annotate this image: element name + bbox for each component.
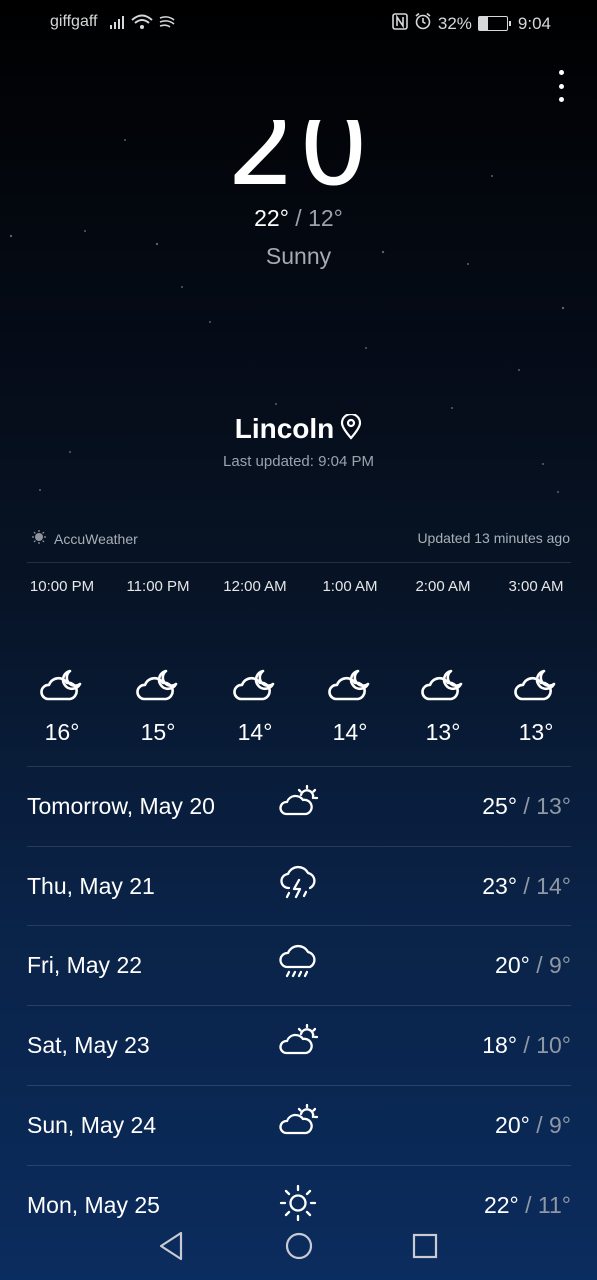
day-high: 20°: [495, 952, 530, 979]
day-name: Sat, May 23: [27, 1032, 150, 1059]
status-bar: giffgaff 32% 9:04: [0, 0, 597, 44]
day-low: 9°: [549, 952, 571, 979]
day-high: 22°: [483, 1191, 519, 1218]
battery-icon: [477, 16, 511, 31]
provider-updated: Updated 13 minutes ago: [417, 530, 570, 546]
cloudy-night-icon: [393, 665, 493, 705]
day-name: Tomorrow, May 20: [27, 793, 215, 819]
daily-row[interactable]: Thu, May 21 23° / 14°: [27, 846, 571, 925]
hour-temp: 13°: [518, 719, 554, 745]
hour-temp: 16°: [44, 719, 80, 745]
day-name: Fri, May 22: [27, 952, 143, 979]
current-condition: Sunny: [265, 243, 332, 269]
day-range: 18° / 10°: [482, 1032, 571, 1059]
hour-item: 2:00 AM 13°: [393, 578, 493, 746]
day-low: 10°: [536, 1032, 571, 1059]
daily-row[interactable]: Sun, May 24 20° / 9°: [27, 1085, 571, 1164]
day-low: 14°: [536, 872, 571, 899]
hour-time: 1:00 AM: [322, 578, 378, 595]
back-icon[interactable]: [157, 1230, 185, 1267]
navigation-bar: [0, 1216, 597, 1280]
status-right-group: 32% 9:04: [392, 12, 551, 35]
cloudy-night-icon: [486, 665, 586, 705]
provider-link[interactable]: AccuWeather: [32, 530, 138, 547]
clock: 9:04: [517, 13, 551, 33]
hour-item: 12:00 AM 14°: [205, 578, 305, 746]
day-range: 25° / 13°: [482, 793, 571, 819]
hour-item: 11:00 PM 15°: [108, 578, 208, 746]
thunderstorm-icon: [279, 864, 319, 907]
day-range: 23° / 14°: [482, 872, 571, 899]
hour-temp: 13°: [425, 719, 461, 745]
hour-item: 10:00 PM 16°: [12, 578, 112, 746]
hour-temp: 14°: [237, 719, 273, 745]
nfc-icon: [392, 12, 408, 35]
divider: [27, 562, 571, 563]
home-icon[interactable]: [284, 1230, 314, 1267]
accuweather-sun-icon: [32, 530, 46, 547]
day-high: 23°: [482, 872, 518, 899]
day-high: 20°: [495, 1111, 530, 1138]
partly-sunny-icon: [279, 1023, 319, 1062]
hour-time: 3:00 AM: [508, 578, 564, 595]
hour-time: 2:00 AM: [415, 578, 471, 595]
provider-name: AccuWeather: [54, 530, 138, 547]
cloudy-night-icon: [12, 665, 112, 705]
hour-time: 11:00 PM: [126, 578, 190, 595]
day-range: 20° / 9°: [495, 1111, 571, 1138]
daily-row[interactable]: Tomorrow, May 20 25° / 13°: [27, 766, 571, 845]
location-pin-icon: [340, 412, 362, 447]
today-high-low: 22° / 12°: [254, 205, 343, 231]
city-selector[interactable]: Lincoln: [0, 412, 597, 447]
today-low: 12°: [308, 205, 343, 231]
day-name: Sun, May 24: [27, 1111, 157, 1138]
day-high: 25°: [482, 793, 518, 819]
hour-time: 10:00 PM: [29, 578, 95, 595]
partly-sunny-icon: [279, 784, 319, 823]
battery-percent: 32%: [437, 13, 472, 33]
current-temp-container: 20: [0, 120, 597, 190]
hour-item: 1:00 AM 14°: [300, 578, 400, 746]
day-range: 22° / 11°: [483, 1191, 571, 1218]
city-name: Lincoln: [234, 413, 335, 444]
daily-row[interactable]: Fri, May 22 20° / 9°: [27, 925, 571, 1004]
hour-temp: 15°: [140, 719, 176, 745]
current-temp: 20: [226, 120, 371, 190]
hour-item: 3:00 AM 13°: [486, 578, 586, 746]
dot-icon: [558, 70, 564, 75]
daily-row[interactable]: Sat, May 23 18° / 10°: [27, 1005, 571, 1084]
day-low: 9°: [549, 1111, 571, 1138]
dot-icon: [558, 83, 564, 89]
hour-time: 12:00 AM: [223, 578, 287, 595]
last-updated: Last updated: 9:04 PM: [223, 453, 374, 470]
signal-wifi-icons: [108, 12, 178, 37]
dot-icon: [558, 97, 564, 102]
carrier-label: giffgaff: [50, 13, 98, 30]
day-name: Thu, May 21: [27, 872, 155, 899]
day-name: Mon, May 25: [27, 1191, 160, 1218]
hour-temp: 14°: [332, 719, 368, 745]
today-high: 22°: [254, 205, 289, 231]
day-high: 18°: [482, 1032, 518, 1059]
partly-sunny-icon: [279, 1103, 319, 1142]
day-range: 20° / 9°: [495, 952, 571, 979]
more-options-button[interactable]: [549, 68, 573, 104]
cloudy-night-icon: [108, 665, 208, 705]
cloudy-night-icon: [205, 665, 305, 705]
recents-icon[interactable]: [411, 1230, 439, 1267]
day-low: 11°: [537, 1191, 571, 1218]
hourly-forecast[interactable]: 10:00 PM 16° 11:00 PM 15° 12:00 AM 14° 1:00 AM…: [0, 578, 597, 758]
rain-icon: [279, 943, 319, 986]
cloudy-night-icon: [300, 665, 400, 705]
alarm-icon: [414, 12, 432, 35]
day-low: 13°: [536, 793, 571, 819]
